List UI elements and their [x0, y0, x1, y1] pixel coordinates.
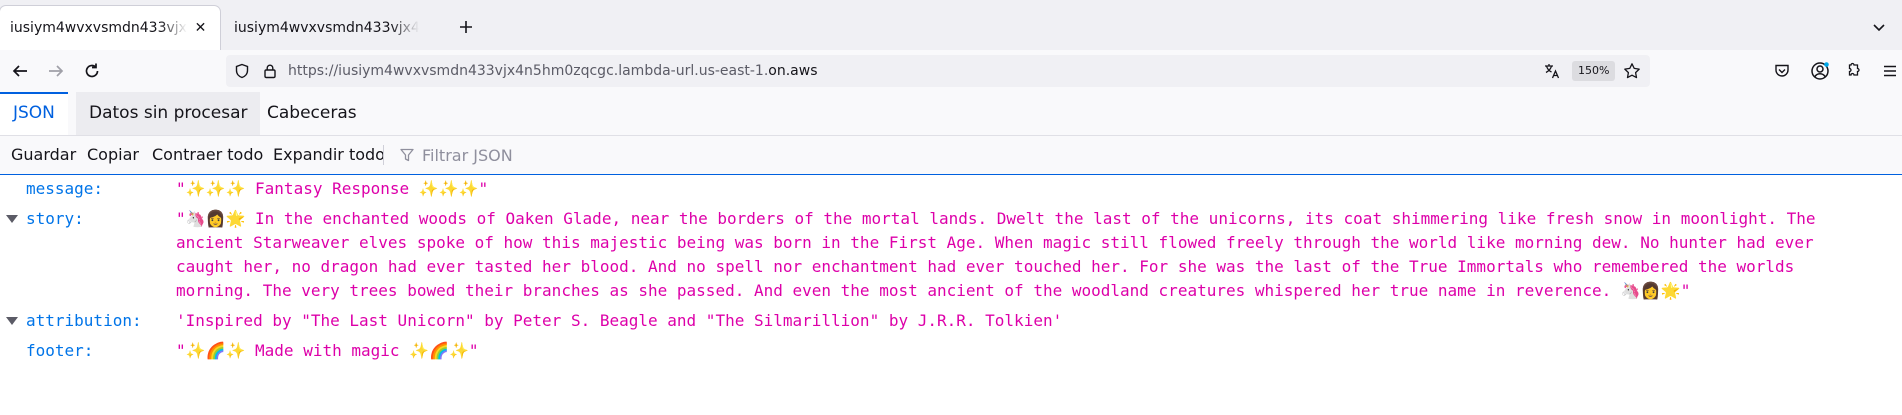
- json-value: "✨✨✨ Fantasy Response ✨✨✨": [176, 179, 489, 198]
- json-key: attribution:: [26, 311, 142, 330]
- json-row-story[interactable]: story: "🦄👩🌟 In the enchanted woods of Oa…: [0, 207, 1902, 303]
- url-domain: on.aws: [768, 63, 818, 79]
- translate-icon[interactable]: [1538, 57, 1566, 85]
- copy-button[interactable]: Copiar: [87, 136, 139, 174]
- json-value: "✨🌈✨ Made with magic ✨🌈✨": [176, 341, 479, 360]
- json-row-message[interactable]: message: "✨✨✨ Fantasy Response ✨✨✨": [0, 177, 1902, 201]
- shield-icon[interactable]: [228, 57, 256, 85]
- filter-icon: [398, 146, 416, 164]
- browser-tab[interactable]: iusiym4wvxvsmdn433vjx4n5hm0zqcgc.lambda-…: [224, 6, 444, 50]
- collapse-all-button[interactable]: Contraer todo: [152, 136, 263, 174]
- star-icon[interactable]: [1618, 57, 1646, 85]
- pocket-icon[interactable]: [1768, 57, 1796, 85]
- lock-icon[interactable]: [256, 57, 284, 85]
- url-prefix: https://iusiym4wvxvsmdn433vjx4n5hm0zqcgc…: [288, 63, 769, 79]
- tab-headers[interactable]: Cabeceras: [254, 92, 370, 135]
- json-viewer-tabs: JSON Datos sin procesar Cabeceras: [0, 92, 1902, 136]
- json-row-attribution[interactable]: attribution: 'Inspired by "The Last Unic…: [0, 309, 1902, 333]
- json-key: message:: [26, 179, 104, 198]
- tab-json[interactable]: JSON: [0, 92, 68, 135]
- json-row-footer[interactable]: footer: "✨🌈✨ Made with magic ✨🌈✨": [0, 339, 1902, 363]
- close-icon[interactable]: ✕: [191, 18, 210, 38]
- zoom-level[interactable]: 150%: [1572, 61, 1616, 81]
- url-text: https://iusiym4wvxvsmdn433vjx4n5hm0zqcgc…: [288, 55, 818, 87]
- filter-json-input[interactable]: Filtrar JSON: [398, 136, 513, 174]
- json-value: 'Inspired by "The Last Unicorn" by Peter…: [176, 311, 1063, 330]
- expand-all-button[interactable]: Expandir todo: [273, 136, 385, 174]
- browser-tab-active[interactable]: iusiym4wvxvsmdn433vjx4n5hm0zqcgc.lambda-…: [0, 6, 220, 50]
- json-toolbar: Guardar Copiar Contraer todo Expandir to…: [0, 136, 1902, 175]
- filter-placeholder: Filtrar JSON: [422, 145, 513, 165]
- json-key: footer:: [26, 341, 94, 360]
- url-bar[interactable]: https://iusiym4wvxvsmdn433vjx4n5hm0zqcgc…: [226, 55, 1650, 87]
- chevron-down-icon[interactable]: [1866, 14, 1892, 40]
- save-button[interactable]: Guardar: [11, 136, 76, 174]
- menu-icon[interactable]: [1876, 57, 1902, 85]
- expand-triangle-icon[interactable]: [6, 215, 18, 223]
- forward-icon[interactable]: [42, 57, 70, 85]
- tab-title: iusiym4wvxvsmdn433vjx4n5hm0zqcgc.lambda-…: [10, 20, 187, 36]
- account-icon[interactable]: [1806, 57, 1834, 85]
- tab-raw-data[interactable]: Datos sin procesar: [76, 92, 261, 135]
- back-icon[interactable]: [6, 57, 34, 85]
- json-value: "🦄👩🌟 In the enchanted woods of Oaken Gla…: [176, 209, 1826, 300]
- plus-icon[interactable]: [453, 14, 479, 40]
- json-key: story:: [26, 209, 84, 228]
- tab-strip: iusiym4wvxvsmdn433vjx4n5hm0zqcgc.lambda-…: [0, 0, 1902, 50]
- tab-title: iusiym4wvxvsmdn433vjx4n5hm0zqcgc.lambda-…: [234, 20, 419, 36]
- navigation-bar: https://iusiym4wvxvsmdn433vjx4n5hm0zqcgc…: [0, 50, 1902, 93]
- expand-triangle-icon[interactable]: [6, 317, 18, 325]
- extensions-icon[interactable]: [1842, 57, 1870, 85]
- reload-icon[interactable]: [78, 57, 106, 85]
- toolbar-divider: [383, 145, 384, 165]
